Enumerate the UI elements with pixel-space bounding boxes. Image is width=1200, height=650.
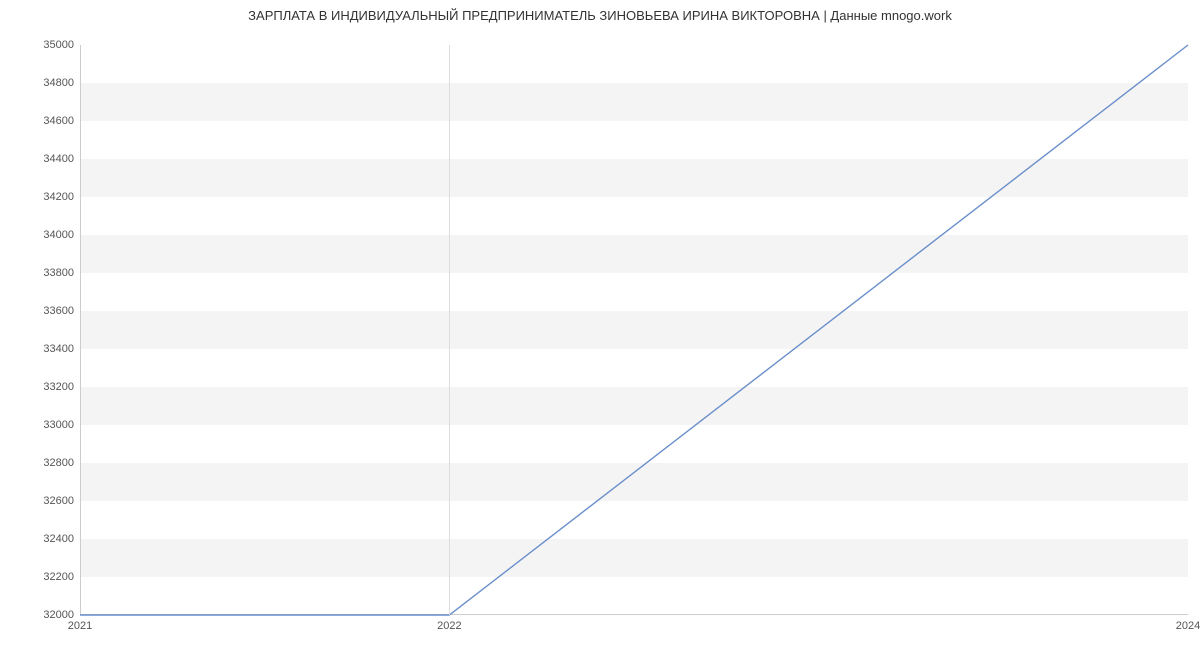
y-tick-label: 34800 [14, 77, 74, 89]
chart-container: ЗАРПЛАТА В ИНДИВИДУАЛЬНЫЙ ПРЕДПРИНИМАТЕЛ… [0, 0, 1200, 650]
y-tick-label: 33400 [14, 343, 74, 355]
y-tick-label: 32600 [14, 495, 74, 507]
data-line [80, 45, 1188, 615]
y-tick-label: 32400 [14, 533, 74, 545]
y-tick-label: 34000 [14, 229, 74, 241]
chart-title: ЗАРПЛАТА В ИНДИВИДУАЛЬНЫЙ ПРЕДПРИНИМАТЕЛ… [0, 8, 1200, 23]
y-tick-label: 32800 [14, 457, 74, 469]
x-tick-label: 2024 [1176, 620, 1200, 632]
y-tick-label: 34600 [14, 115, 74, 127]
y-tick-label: 33200 [14, 381, 74, 393]
y-tick-label: 33600 [14, 305, 74, 317]
y-tick-label: 33800 [14, 267, 74, 279]
y-tick-label: 33000 [14, 419, 74, 431]
x-tick-label: 2021 [68, 620, 92, 632]
y-tick-label: 35000 [14, 39, 74, 51]
line-layer [80, 45, 1188, 615]
y-tick-label: 34200 [14, 191, 74, 203]
x-tick-label: 2022 [437, 620, 461, 632]
x-gridline [449, 45, 450, 615]
y-tick-label: 34400 [14, 153, 74, 165]
y-tick-label: 32000 [14, 609, 74, 621]
y-tick-label: 32200 [14, 571, 74, 583]
